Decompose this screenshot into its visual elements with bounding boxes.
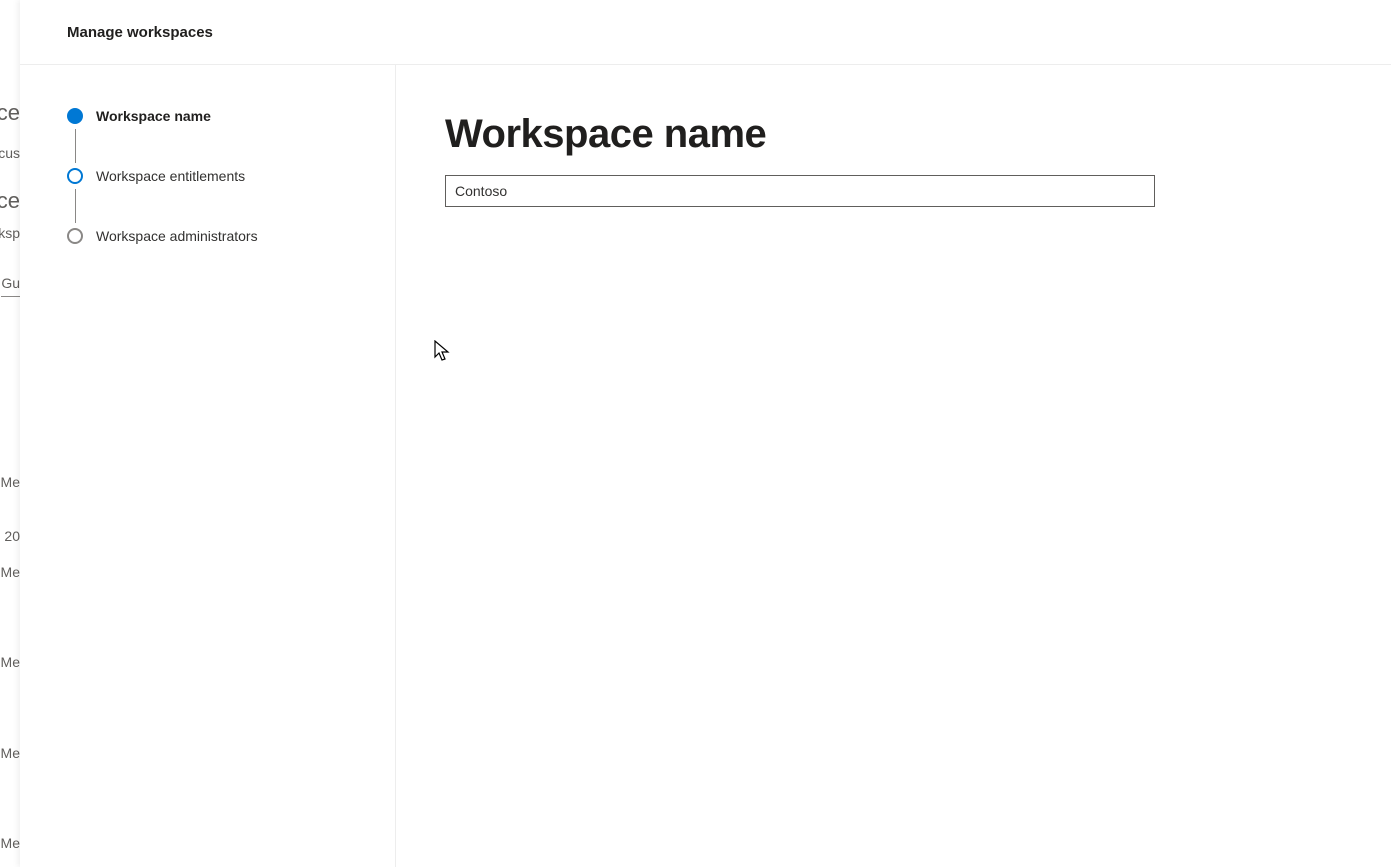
bg-text: Gu <box>1 275 20 297</box>
bg-text: 20 <box>4 528 20 544</box>
panel-body: Workspace name Workspace entitlements Wo… <box>20 65 1391 867</box>
panel-title: Manage workspaces <box>67 24 213 41</box>
step-label: Workspace administrators <box>96 228 258 244</box>
step-workspace-name[interactable]: Workspace name <box>67 108 395 124</box>
main-content: Workspace name <box>396 65 1391 867</box>
page-heading: Workspace name <box>445 112 1342 157</box>
wizard-stepper: Workspace name Workspace entitlements Wo… <box>20 65 396 867</box>
step-label: Workspace name <box>96 108 211 124</box>
bg-text: ce <box>0 100 20 126</box>
workspace-name-input[interactable] <box>445 175 1155 207</box>
step-connector <box>75 189 76 223</box>
step-indicator-next-icon <box>67 168 83 184</box>
manage-workspaces-panel: Manage workspaces Workspace name Workspa… <box>20 0 1391 867</box>
bg-text: rksp <box>0 225 20 241</box>
bg-text: cus <box>0 145 20 161</box>
background-obscured-content: ce cus ce rksp Gu Me 20 Me Me Me Me <box>0 0 20 867</box>
bg-text: Me <box>1 654 20 670</box>
step-label: Workspace entitlements <box>96 168 245 184</box>
step-indicator-pending-icon <box>67 228 83 244</box>
bg-text: Me <box>1 474 20 490</box>
panel-header: Manage workspaces <box>20 0 1391 65</box>
step-workspace-entitlements[interactable]: Workspace entitlements <box>67 168 395 184</box>
step-connector <box>75 129 76 163</box>
bg-text: Me <box>1 835 20 851</box>
bg-text: Me <box>1 745 20 761</box>
step-indicator-active-icon <box>67 108 83 124</box>
step-workspace-administrators[interactable]: Workspace administrators <box>67 228 395 244</box>
bg-text: Me <box>1 564 20 580</box>
bg-text: ce <box>0 188 20 214</box>
